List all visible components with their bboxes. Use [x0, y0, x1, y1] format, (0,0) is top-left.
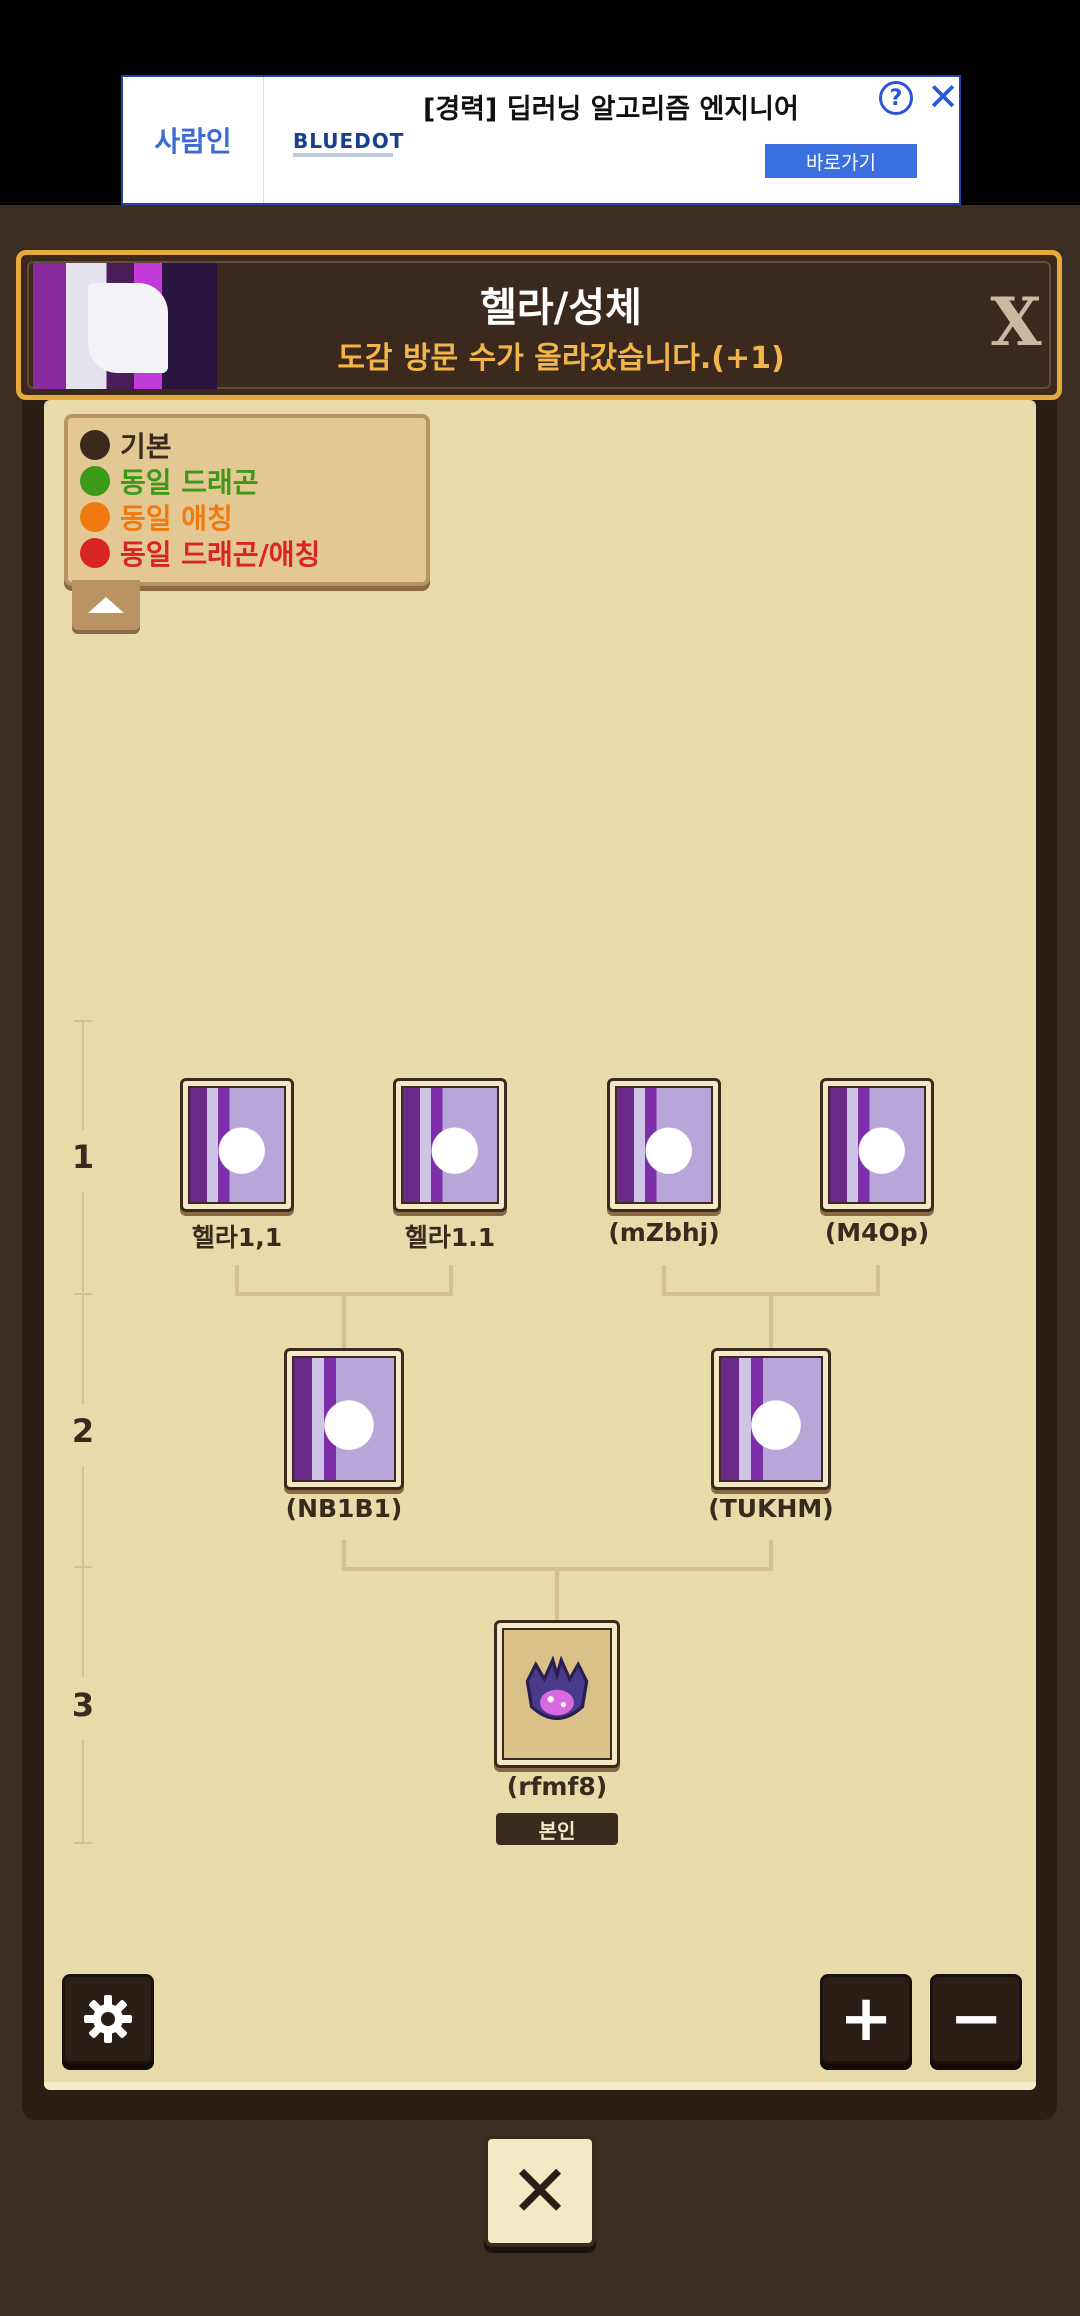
generation-label: 3	[71, 1686, 95, 1724]
tree-connector	[235, 1265, 239, 1295]
dragon-card[interactable]	[284, 1348, 404, 1490]
legend-dot-same-both	[80, 538, 110, 568]
chevron-up-icon	[88, 597, 124, 613]
zoom-out-button[interactable]: −	[930, 1974, 1022, 2064]
gen-axis-line	[82, 1020, 84, 1130]
gear-icon	[84, 1995, 132, 2043]
tree-connector	[342, 1292, 346, 1348]
tree-connector	[876, 1265, 880, 1295]
settings-button[interactable]	[62, 1974, 154, 2064]
legend-dot-same-dragon	[80, 466, 110, 496]
close-button[interactable]: ✕	[484, 2135, 596, 2247]
legend-label: 동일 애칭	[120, 502, 233, 535]
dragon-name: (mZbhj)	[608, 1218, 720, 1247]
page-title: 헬라/성체	[480, 285, 642, 331]
legend-label: 동일 드래곤/애칭	[120, 538, 321, 571]
ad-banner[interactable]: 사람인 [경력] 딥러닝 알고리즘 엔지니어 BLUEDOT ? ✕ 바로가기	[121, 75, 961, 205]
self-badge: 본인	[496, 1813, 618, 1845]
tree-connector	[555, 1567, 559, 1621]
tree-connector	[769, 1292, 773, 1348]
dragon-name: (NB1B1)	[285, 1494, 403, 1523]
dragon-sprite	[615, 1086, 713, 1204]
ad-company-logo: BLUEDOT	[293, 129, 405, 153]
dragon-card[interactable]	[711, 1348, 831, 1490]
ad-logo-underline	[293, 153, 393, 157]
gen-axis-line	[82, 1567, 84, 1677]
legend-label: 기본	[120, 430, 172, 463]
header-close-button[interactable]: X	[981, 277, 1051, 367]
legend-item-same-nickname: 동일 애칭	[80, 500, 233, 535]
gen-axis-line	[82, 1294, 84, 1404]
dragon-portrait	[33, 263, 217, 389]
dragon-sprite	[188, 1086, 286, 1204]
dragon-sprite	[401, 1086, 499, 1204]
dragon-card[interactable]	[393, 1078, 507, 1212]
gen-axis-line	[82, 1740, 84, 1842]
tree-connector	[662, 1265, 666, 1295]
visit-count-message: 도감 방문 수가 올라갔습니다.(+1)	[337, 341, 785, 376]
dragon-name: (TUKHM)	[708, 1494, 834, 1523]
generation-label: 2	[71, 1412, 95, 1450]
legend-label: 동일 드래곤	[120, 466, 259, 499]
tree-connector	[769, 1540, 773, 1570]
dragon-name: (M4Op)	[824, 1218, 930, 1247]
gen-axis-tick	[74, 1842, 92, 1844]
dragon-sprite	[292, 1356, 396, 1482]
gen-axis-line	[82, 1192, 84, 1292]
legend-item-same-dragon: 동일 드래곤	[80, 464, 259, 499]
panel-header: 헬라/성체 도감 방문 수가 올라갔습니다.(+1) X	[16, 250, 1062, 400]
dragon-portrait-face	[88, 283, 168, 373]
dragon-sprite	[719, 1356, 823, 1482]
dragon-card[interactable]	[607, 1078, 721, 1212]
dragon-card[interactable]	[820, 1078, 934, 1212]
ad-info-icon[interactable]: ?	[879, 81, 913, 115]
legend-dot-same-nickname	[80, 502, 110, 532]
ad-title: [경력] 딥러닝 알고리즘 엔지니어	[423, 94, 799, 125]
zoom-in-button[interactable]: +	[820, 1974, 912, 2064]
dragon-name: 헬라1.1	[404, 1223, 496, 1252]
legend: 기본 동일 드래곤 동일 애칭 동일 드래곤/애칭	[64, 414, 430, 586]
tree-connector	[449, 1265, 453, 1295]
dragon-sprite	[828, 1086, 926, 1204]
dragon-card[interactable]	[180, 1078, 294, 1212]
generation-label: 1	[71, 1138, 95, 1176]
legend-dot-basic	[80, 430, 110, 460]
ad-brand-logo: 사람인	[123, 77, 264, 203]
ad-cta-button[interactable]: 바로가기	[765, 144, 917, 178]
self-egg-card[interactable]	[494, 1620, 620, 1768]
dragon-name: (rfmf8)	[506, 1772, 608, 1801]
gen-axis-line	[82, 1466, 84, 1566]
ad-close-icon[interactable]: ✕	[923, 75, 963, 119]
legend-collapse-button[interactable]	[72, 580, 140, 630]
dragon-name: 헬라1,1	[191, 1223, 283, 1252]
egg-sprite	[502, 1628, 612, 1760]
legend-item-same-both: 동일 드래곤/애칭	[80, 536, 321, 571]
egg-icon	[525, 1655, 589, 1720]
legend-item-basic: 기본	[80, 428, 172, 463]
tree-connector	[342, 1540, 346, 1570]
